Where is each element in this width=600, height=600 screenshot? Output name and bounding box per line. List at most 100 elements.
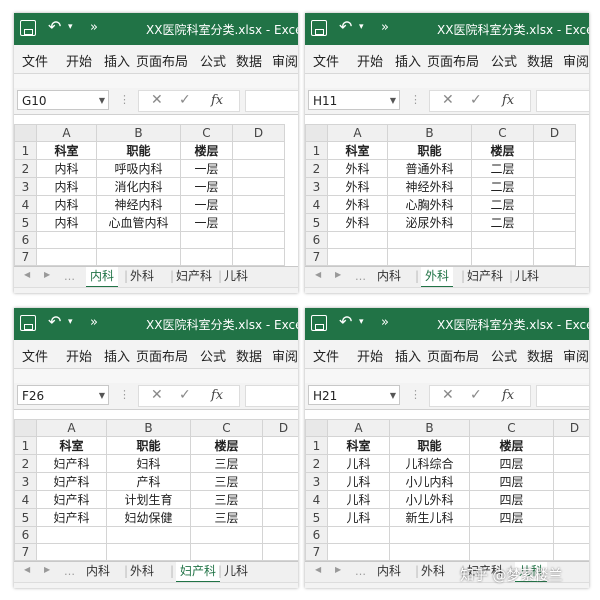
formula-input[interactable] [245, 385, 298, 407]
cell[interactable]: 产科 [106, 472, 191, 491]
row-header[interactable]: 7 [14, 248, 37, 266]
ribbon-tab[interactable]: 公式 [491, 51, 517, 70]
cancel-icon[interactable]: ✕ [442, 387, 454, 403]
column-header[interactable]: B [96, 124, 181, 142]
cell[interactable] [262, 526, 298, 544]
cell[interactable] [533, 248, 576, 266]
accessibility-icon[interactable]: ♿ [349, 291, 359, 293]
cell[interactable]: 四层 [469, 508, 554, 527]
cell[interactable] [232, 248, 285, 266]
cell[interactable] [471, 248, 534, 266]
cell[interactable]: 科室 [327, 141, 388, 160]
scroll-left-icon[interactable]: ◀ [315, 565, 321, 574]
cell[interactable] [389, 526, 470, 544]
sheet-tab[interactable]: 妇产科 [170, 267, 212, 286]
cell[interactable]: 呼吸内科 [96, 159, 181, 178]
cell[interactable] [389, 543, 470, 561]
cell[interactable]: 一层 [180, 213, 233, 232]
column-header[interactable]: D [553, 419, 589, 437]
cell[interactable] [36, 526, 107, 544]
row-header[interactable]: 5 [14, 213, 37, 232]
cell[interactable]: 儿科 [327, 508, 390, 527]
column-header[interactable]: B [106, 419, 191, 437]
cell[interactable]: 科室 [36, 436, 107, 455]
cell[interactable]: 普通外科 [387, 159, 472, 178]
drag-handle-icon[interactable]: ⋮ [410, 388, 421, 401]
sheet-tab[interactable]: 外科 [415, 562, 445, 581]
cancel-icon[interactable]: ✕ [151, 387, 163, 403]
ribbon-tab[interactable]: 页面布局 [427, 346, 479, 365]
select-all-corner[interactable] [305, 124, 328, 142]
cell[interactable] [387, 248, 472, 266]
cell[interactable]: 一层 [180, 177, 233, 196]
chevron-down-icon[interactable]: ▼ [99, 91, 105, 111]
row-header[interactable]: 6 [14, 526, 37, 544]
cell[interactable] [262, 543, 298, 561]
row-header[interactable]: 5 [305, 213, 328, 232]
sheet-tab[interactable]: 妇产科 [170, 562, 221, 583]
sheet-tab[interactable]: 内科 [377, 562, 401, 581]
sheet-tab[interactable]: 儿科 [509, 267, 539, 286]
undo-dropdown-icon[interactable]: ▾ [359, 22, 364, 32]
cell[interactable]: 外科 [327, 177, 388, 196]
cell[interactable]: 内科 [36, 159, 97, 178]
undo-dropdown-icon[interactable]: ▾ [68, 317, 73, 327]
cell[interactable]: 小儿内科 [389, 472, 470, 491]
chevron-down-icon[interactable]: ▼ [390, 386, 396, 406]
cell[interactable]: 一层 [180, 195, 233, 214]
undo-icon[interactable]: ↶ [339, 313, 352, 331]
cell[interactable]: 小儿外科 [389, 490, 470, 509]
cell[interactable]: 科室 [327, 436, 390, 455]
formula-input[interactable] [536, 385, 589, 407]
drag-handle-icon[interactable]: ⋮ [119, 388, 130, 401]
cell[interactable]: 楼层 [471, 141, 534, 160]
column-header[interactable]: C [180, 124, 233, 142]
cell[interactable]: 三层 [190, 508, 263, 527]
ribbon-tab[interactable]: 文件 [313, 346, 339, 365]
cell[interactable] [553, 472, 589, 491]
row-header[interactable]: 5 [305, 508, 328, 527]
cell[interactable] [533, 231, 576, 249]
cell[interactable] [533, 213, 576, 232]
name-box[interactable]: H21 ▼ [308, 385, 400, 405]
cell[interactable]: 四层 [469, 454, 554, 473]
accessibility-status[interactable]: 辅助功能: 一切就绪 [363, 291, 458, 293]
cell[interactable]: 妇产科 [36, 508, 107, 527]
save-icon[interactable] [311, 315, 327, 331]
row-header[interactable]: 1 [14, 436, 37, 455]
cell[interactable] [533, 177, 576, 196]
sheet-tab[interactable]: 内科 [377, 267, 401, 286]
sheet-tab[interactable]: 妇产科 [461, 267, 503, 286]
column-header[interactable]: D [262, 419, 298, 437]
cell[interactable] [262, 454, 298, 473]
ribbon-tab[interactable]: 文件 [313, 51, 339, 70]
ribbon-tab[interactable]: 开始 [357, 346, 383, 365]
ribbon-tab[interactable]: 插入 [104, 346, 130, 365]
ribbon-tab[interactable]: 公式 [200, 51, 226, 70]
cell[interactable]: 神经外科 [387, 177, 472, 196]
name-box[interactable]: H11 ▼ [308, 90, 400, 110]
cell[interactable]: 妇幼保健 [106, 508, 191, 527]
cell[interactable]: 新生儿科 [389, 508, 470, 527]
cell[interactable] [232, 231, 285, 249]
row-header[interactable]: 4 [14, 490, 37, 509]
cell[interactable]: 职能 [387, 141, 472, 160]
formula-input[interactable] [536, 90, 589, 112]
sheet-tab[interactable]: 外科 [124, 267, 154, 286]
cell[interactable] [469, 526, 554, 544]
ribbon-tab[interactable]: 开始 [66, 346, 92, 365]
accessibility-icon[interactable]: ♿ [58, 586, 68, 588]
drag-handle-icon[interactable]: ⋮ [119, 93, 130, 106]
cell[interactable]: 三层 [190, 472, 263, 491]
row-header[interactable]: 7 [14, 543, 37, 561]
cell[interactable] [469, 543, 554, 561]
scroll-left-icon[interactable]: ◀ [315, 270, 321, 279]
more-sheets-icon[interactable]: … [355, 565, 366, 578]
sheet-tab[interactable]: 儿科 [218, 267, 248, 286]
ribbon-tab[interactable]: 页面布局 [136, 346, 188, 365]
scroll-right-icon[interactable]: ▶ [44, 270, 50, 279]
column-header[interactable]: A [36, 124, 97, 142]
ribbon-tab[interactable]: 文件 [22, 51, 48, 70]
cell[interactable]: 二层 [471, 177, 534, 196]
save-icon[interactable] [20, 315, 36, 331]
